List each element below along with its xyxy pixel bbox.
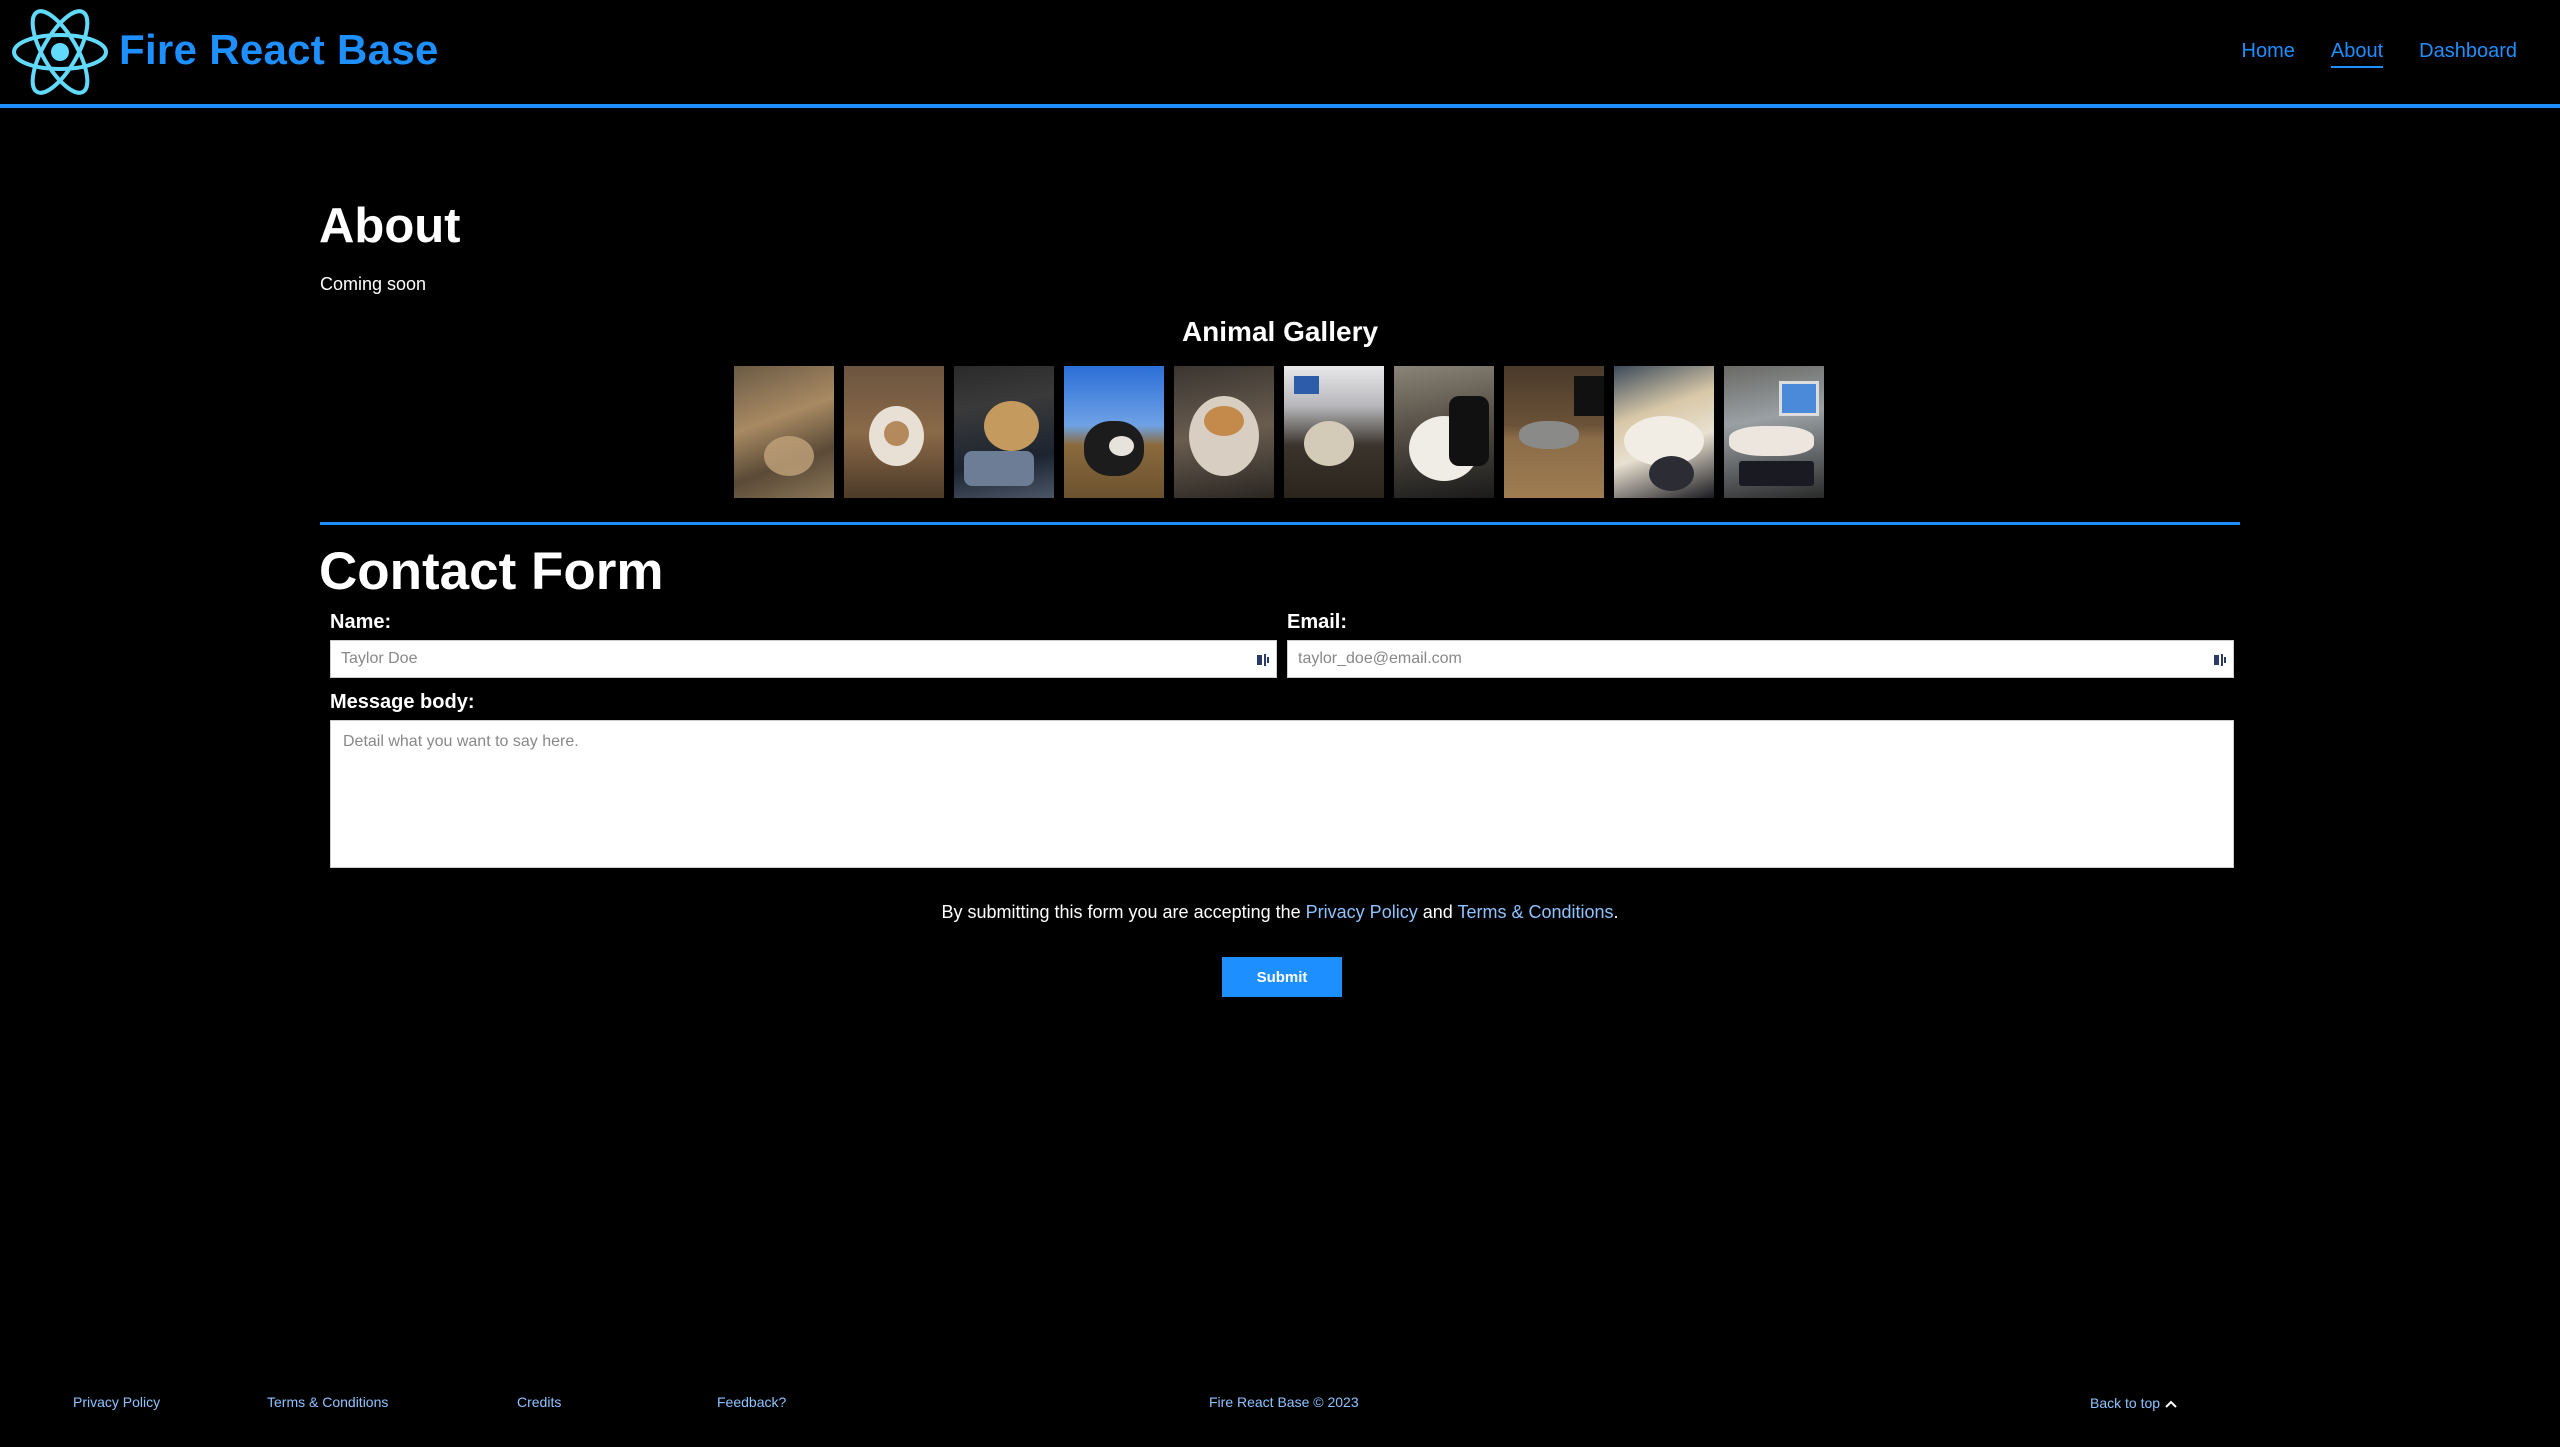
about-subtitle: Coming soon [320, 274, 427, 294]
terms-prefix: By submitting this form you are acceptin… [941, 902, 1301, 922]
main-nav: Home About Dashboard [2206, 38, 2517, 68]
react-atom-logo-icon[interactable] [10, 4, 110, 100]
email-label: Email: [1287, 611, 1348, 633]
footer-feedback-link[interactable]: Feedback? [717, 1393, 786, 1411]
terms-suffix: . [1613, 902, 1619, 922]
gallery-photo-3[interactable] [954, 366, 1054, 498]
terms-and: and [1422, 902, 1453, 922]
animal-gallery [734, 366, 1824, 498]
autofill-icon[interactable] [2213, 652, 2227, 668]
message-textarea[interactable]: Detail what you want to say here. [330, 720, 2234, 868]
gallery-photo-10[interactable] [1724, 366, 1824, 498]
brand-title[interactable]: Fire React Base [119, 24, 439, 76]
gallery-photo-7[interactable] [1394, 366, 1494, 498]
footer-copyright: Fire React Base © 2023 [1209, 1394, 1359, 1410]
footer-privacy-link[interactable]: Privacy Policy [73, 1393, 160, 1411]
message-placeholder: Detail what you want to say here. [343, 733, 579, 750]
footer-credits-link[interactable]: Credits [517, 1393, 561, 1411]
submit-button[interactable]: Submit [1222, 957, 1342, 997]
gallery-photo-5[interactable] [1174, 366, 1274, 498]
name-placeholder: Taylor Doe [341, 650, 418, 667]
privacy-policy-link[interactable]: Privacy Policy [1306, 902, 1418, 922]
back-to-top-link[interactable]: Back to top [2090, 1394, 2178, 1412]
gallery-photo-1[interactable] [734, 366, 834, 498]
terms-notice: By submitting this form you are acceptin… [0, 900, 2560, 924]
contact-title: Contact Form [319, 542, 664, 601]
message-label: Message body: [330, 691, 475, 713]
back-to-top-label: Back to top [2090, 1395, 2161, 1411]
chevron-up-icon [2165, 1400, 2177, 1409]
nav-about[interactable]: About [2330, 38, 2384, 68]
gallery-photo-8[interactable] [1504, 366, 1604, 498]
nav-dashboard[interactable]: Dashboard [2419, 38, 2517, 68]
gallery-photo-6[interactable] [1284, 366, 1384, 498]
site-header: Fire React Base Home About Dashboard [0, 0, 2560, 108]
gallery-photo-2[interactable] [844, 366, 944, 498]
name-input[interactable]: Taylor Doe [330, 640, 1277, 678]
gallery-title: Animal Gallery [1181, 316, 1379, 347]
section-divider [320, 522, 2240, 525]
gallery-photo-9[interactable] [1614, 366, 1714, 498]
name-label: Name: [330, 611, 392, 633]
terms-conditions-link[interactable]: Terms & Conditions [1457, 902, 1613, 922]
nav-home[interactable]: Home [2242, 38, 2295, 68]
page-title: About [319, 199, 461, 253]
footer-terms-link[interactable]: Terms & Conditions [267, 1393, 388, 1411]
email-placeholder: taylor_doe@email.com [1298, 650, 1462, 667]
email-input[interactable]: taylor_doe@email.com [1287, 640, 2234, 678]
autofill-icon[interactable] [1256, 652, 1270, 668]
gallery-photo-4[interactable] [1064, 366, 1164, 498]
